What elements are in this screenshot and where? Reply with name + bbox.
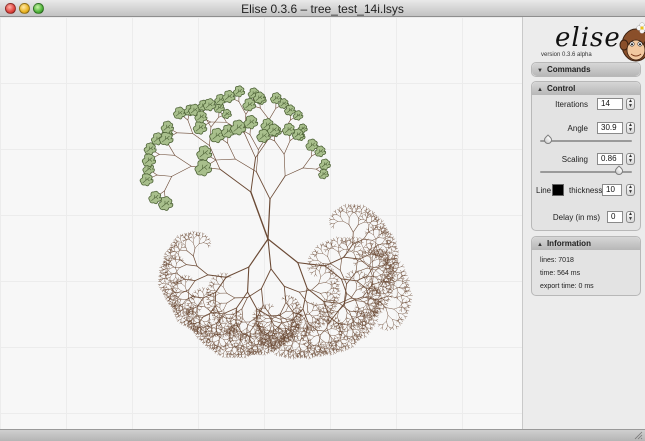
stepper-down-icon[interactable]: ▼ bbox=[627, 128, 634, 133]
control-panel: ▲ Control Iterations 14 ▲ ▼ Angle 30.9 ▲ ▼ … bbox=[531, 81, 641, 231]
angle-slider-track[interactable] bbox=[540, 140, 632, 142]
logo-wordmark: elise bbox=[555, 23, 621, 53]
angle-label: Angle bbox=[567, 124, 588, 133]
thickness-stepper[interactable]: ▲ ▼ bbox=[626, 184, 635, 196]
delay-label: Delay (in ms) bbox=[552, 213, 600, 222]
drawing-canvas[interactable] bbox=[0, 17, 522, 429]
iterations-stepper[interactable]: ▲ ▼ bbox=[626, 98, 635, 110]
angle-slider-thumb[interactable] bbox=[542, 134, 554, 146]
lsystem-tree-drawing bbox=[139, 85, 413, 360]
scaling-label: Scaling bbox=[561, 155, 588, 164]
information-panel-header[interactable]: ▲ Information bbox=[532, 237, 640, 250]
stepper-down-icon[interactable]: ▼ bbox=[627, 217, 634, 222]
line-color-swatch[interactable] bbox=[552, 184, 564, 196]
line-label: Line bbox=[536, 186, 552, 195]
window-title: Elise 0.3.6 – tree_test_14i.lsys bbox=[241, 2, 404, 16]
angle-stepper[interactable]: ▲ ▼ bbox=[626, 122, 635, 134]
info-time: time: 564 ms bbox=[540, 270, 581, 277]
scaling-stepper[interactable]: ▲ ▼ bbox=[626, 153, 635, 165]
monkey-mascot-icon bbox=[619, 22, 645, 62]
info-lines: lines: 7018 bbox=[540, 257, 574, 264]
tree-leaves bbox=[139, 85, 331, 211]
information-panel-title: Information bbox=[546, 239, 591, 248]
control-panel-title: Control bbox=[546, 84, 576, 93]
commands-panel-title: Commands bbox=[546, 65, 591, 74]
commands-panel-header[interactable]: ▼ Commands bbox=[532, 63, 640, 76]
iterations-field[interactable]: 14 bbox=[597, 98, 623, 110]
stepper-down-icon[interactable]: ▼ bbox=[627, 159, 634, 164]
scaling-field[interactable]: 0.86 bbox=[597, 153, 623, 165]
app-logo: elise version 0.3.6 alpha bbox=[533, 21, 645, 67]
information-panel: ▲ Information lines: 7018 time: 564 ms ex… bbox=[531, 236, 641, 296]
delay-field[interactable]: 0 bbox=[607, 211, 623, 223]
status-bar bbox=[0, 429, 645, 441]
title-bar[interactable]: Elise 0.3.6 – tree_test_14i.lsys bbox=[0, 0, 645, 17]
triangle-up-icon: ▲ bbox=[537, 87, 543, 93]
delay-stepper[interactable]: ▲ ▼ bbox=[626, 211, 635, 223]
control-panel-header[interactable]: ▲ Control bbox=[532, 82, 640, 95]
triangle-up-icon: ▲ bbox=[537, 242, 543, 248]
thickness-label: thickness bbox=[569, 186, 603, 195]
scaling-slider-thumb[interactable] bbox=[613, 165, 625, 177]
triangle-down-icon: ▼ bbox=[537, 68, 543, 74]
thickness-field[interactable]: 10 bbox=[602, 184, 622, 196]
stepper-down-icon[interactable]: ▼ bbox=[627, 104, 634, 109]
iterations-label: Iterations bbox=[555, 100, 588, 109]
resize-grip-icon[interactable] bbox=[634, 431, 643, 440]
stepper-down-icon[interactable]: ▼ bbox=[627, 190, 634, 195]
info-export-time: export time: 0 ms bbox=[540, 283, 594, 290]
angle-field[interactable]: 30.9 bbox=[597, 122, 623, 134]
logo-version: version 0.3.6 alpha bbox=[541, 52, 592, 58]
sidebar: elise version 0.3.6 alpha ▼ Commands ▲ C… bbox=[522, 17, 645, 429]
commands-panel: ▼ Commands bbox=[531, 62, 641, 77]
